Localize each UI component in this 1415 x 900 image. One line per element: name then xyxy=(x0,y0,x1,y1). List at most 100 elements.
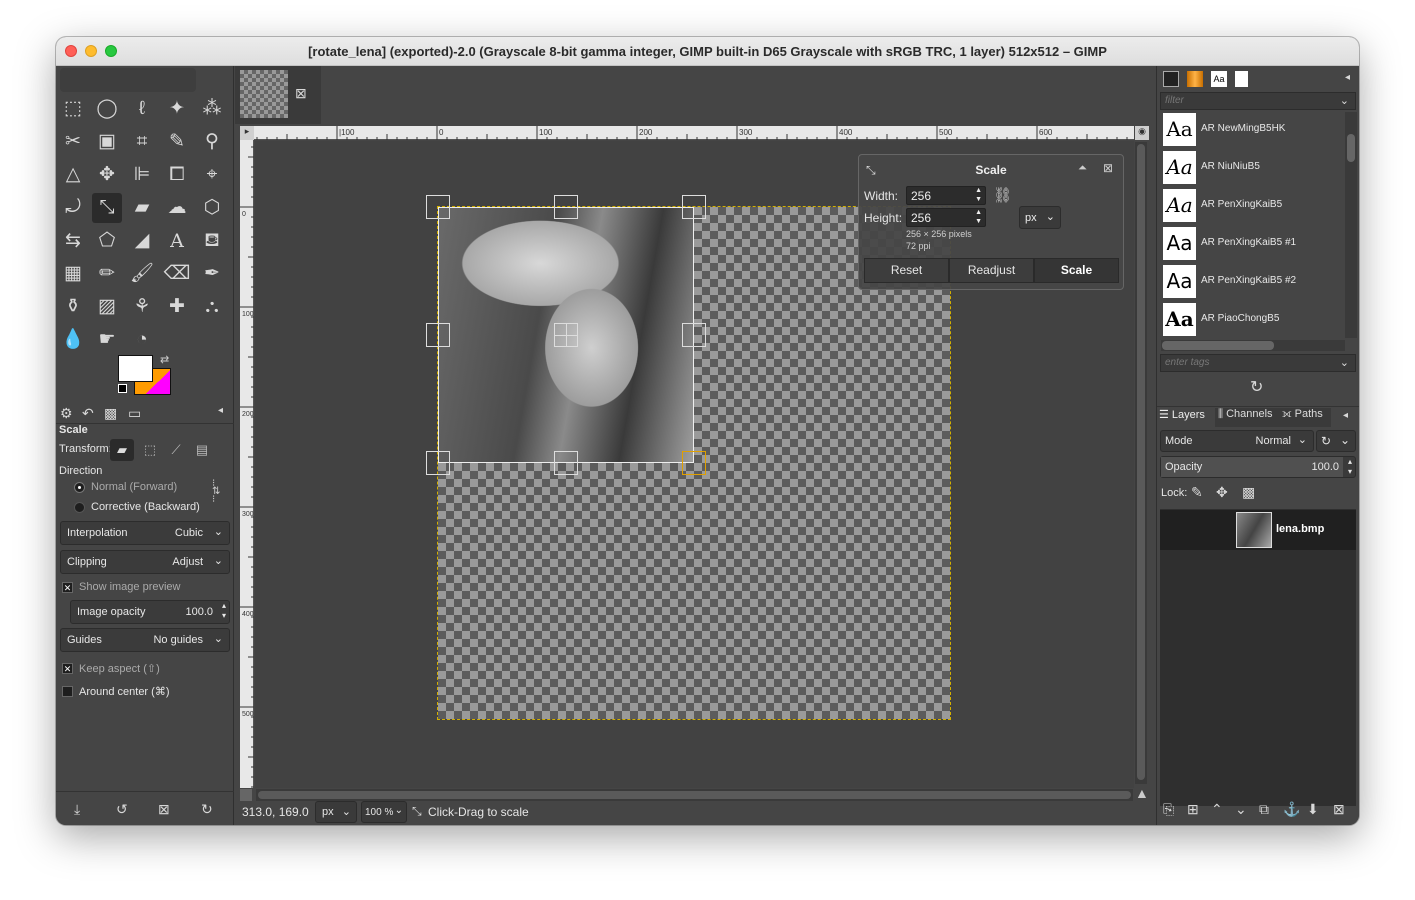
scale-button[interactable]: Scale xyxy=(1034,258,1119,283)
swap-colors-icon[interactable]: ⇄ xyxy=(160,353,169,366)
panel-menu-icon[interactable]: ◂ xyxy=(1343,410,1348,421)
quick-mask-icon[interactable]: ▸ xyxy=(240,126,254,140)
font-item[interactable]: Aa AR PiaoChongB5 xyxy=(1163,302,1343,338)
color-select-icon[interactable]: ⁂ xyxy=(197,94,227,124)
font-list-scrollbar-thumb[interactable] xyxy=(1347,134,1355,162)
close-tab-icon[interactable]: ⊠ xyxy=(295,85,307,102)
font-list-hscrollbar-thumb[interactable] xyxy=(1162,341,1274,350)
default-colors-icon[interactable] xyxy=(118,384,127,393)
warp-icon[interactable]: ☁ xyxy=(162,193,192,223)
around-center-checkbox[interactable] xyxy=(62,686,73,697)
lock-alpha-icon[interactable]: ▩ xyxy=(1242,484,1255,501)
foreground-color[interactable] xyxy=(118,355,153,382)
font-list-hscrollbar[interactable] xyxy=(1161,340,1345,351)
font-item[interactable]: Aa AR PenXingKaiB5 #1 xyxy=(1163,226,1343,262)
new-layer-group-icon[interactable]: ⊞ xyxy=(1187,801,1199,818)
reset-options-icon[interactable]: ↻ xyxy=(201,801,213,818)
font-filter-input[interactable]: filter ⌄ xyxy=(1160,92,1356,110)
direction-corrective-radio[interactable] xyxy=(74,502,85,513)
3d-transform-icon[interactable]: ⬡ xyxy=(197,193,227,223)
dialog-raise-icon[interactable]: ⏶ xyxy=(1078,162,1087,175)
height-input[interactable]: 256 ▲ ▼ xyxy=(906,208,986,227)
horizontal-scrollbar[interactable] xyxy=(256,789,1133,801)
perspective-clone-icon[interactable]: ⛬ xyxy=(197,292,227,322)
dialog-unit-select[interactable]: px ⌄ xyxy=(1019,206,1061,229)
shear-icon[interactable]: ▰ xyxy=(127,193,157,223)
smudge-icon[interactable]: ☛ xyxy=(92,325,122,355)
anchor-layer-icon[interactable]: ⚓ xyxy=(1283,801,1300,818)
cage-icon[interactable]: ⬠ xyxy=(92,226,122,256)
transform-selection-button[interactable]: ⬚ xyxy=(138,439,162,461)
font-item[interactable]: Aa AR PenXingKaiB5 xyxy=(1163,188,1343,224)
align-icon[interactable]: ⊫ xyxy=(127,160,157,190)
width-input[interactable]: 256 ▲ ▼ xyxy=(906,186,986,205)
scale-handle-top-right[interactable] xyxy=(682,195,706,219)
color-picker-icon[interactable]: ✎ xyxy=(162,127,192,157)
navigate-icon[interactable] xyxy=(240,789,252,801)
scale-handle-bottom-left[interactable] xyxy=(426,451,450,475)
fuzzy-select-icon[interactable]: ✦ xyxy=(162,94,192,124)
foreground-select-icon[interactable]: ▣ xyxy=(92,127,122,157)
unit-select[interactable]: px ⌄ xyxy=(315,801,357,823)
brushes-tab-icon[interactable] xyxy=(1163,71,1179,87)
smudge-warp-icon[interactable]: ◢ xyxy=(127,226,157,256)
mypaint-brush-icon[interactable]: ▨ xyxy=(92,292,122,322)
restore-options-icon[interactable]: ↺ xyxy=(116,801,128,818)
measure-icon[interactable]: △ xyxy=(58,160,88,190)
font-item[interactable]: Aa AR NewMingB5HK xyxy=(1163,112,1343,148)
zoom-select[interactable]: 100 % ⌄ xyxy=(361,801,407,823)
unified-transform-icon[interactable]: ⌖ xyxy=(197,160,227,190)
save-options-icon[interactable]: ⤓ xyxy=(74,801,80,818)
new-layer-icon[interactable]: ⎘ xyxy=(1163,801,1174,818)
scale-tool-icon[interactable]: ⤡ xyxy=(92,193,122,223)
navigation-arrow-icon[interactable]: ▲ xyxy=(1135,785,1149,801)
pencil-icon[interactable]: ✏ xyxy=(92,259,122,289)
layer-mode-select[interactable]: Mode Normal ⌄ xyxy=(1160,430,1314,452)
airbrush-icon[interactable]: ✒ xyxy=(197,259,227,289)
text-tool-icon[interactable]: A xyxy=(162,226,192,256)
eraser-icon[interactable]: ⌫ xyxy=(162,259,192,289)
raise-layer-icon[interactable]: ⌃ xyxy=(1211,801,1223,818)
font-item[interactable]: Aa AR PenXingKaiB5 #2 xyxy=(1163,264,1343,300)
refresh-fonts-icon[interactable]: ↻ xyxy=(1250,377,1263,397)
guides-select[interactable]: Guides No guides ⌄ xyxy=(60,628,230,652)
tab-layers[interactable]: ☰ Layers xyxy=(1159,408,1213,427)
scale-handle-center[interactable] xyxy=(554,323,578,347)
scale-handle-bottom[interactable] xyxy=(554,451,578,475)
rect-select-icon[interactable]: ⬚ xyxy=(58,94,88,124)
lock-position-icon[interactable]: ✥ xyxy=(1216,484,1228,501)
device-status-tab-icon[interactable]: ▭ xyxy=(128,405,141,422)
ink-icon[interactable]: ⚱ xyxy=(58,292,88,322)
vertical-scrollbar[interactable] xyxy=(1135,142,1147,784)
layer-opacity-slider[interactable]: Opacity 100.0 ▴ ▾ xyxy=(1160,456,1356,478)
images-tab-icon[interactable]: ▩ xyxy=(104,405,117,422)
heal-icon[interactable]: ✚ xyxy=(162,292,192,322)
tool-options-tab-icon[interactable]: ⚙ xyxy=(60,405,73,422)
blur-icon[interactable]: 💧 xyxy=(58,325,88,355)
layer-row[interactable]: lena.bmp xyxy=(1160,510,1356,550)
direction-normal-radio[interactable] xyxy=(74,482,85,493)
dialog-close-icon[interactable]: ⊠ xyxy=(1103,161,1113,175)
panel-menu-icon[interactable]: ◂ xyxy=(218,405,223,416)
image-tab[interactable]: ⊠ xyxy=(235,66,321,124)
zoom-follow-icon[interactable]: ◉ xyxy=(1135,126,1149,140)
scissors-icon[interactable]: ✂ xyxy=(58,127,88,157)
keep-aspect-checkbox[interactable]: ✕ xyxy=(62,663,73,674)
delete-options-icon[interactable]: ⊠ xyxy=(158,801,170,818)
composite-mode-select[interactable]: ↻ ⌄ xyxy=(1316,430,1356,452)
merge-layer-icon[interactable]: ⬇ xyxy=(1307,801,1319,818)
font-list-scrollbar[interactable] xyxy=(1345,112,1357,338)
transform-path-button[interactable]: ⟋ xyxy=(164,439,188,461)
scale-handle-top[interactable] xyxy=(554,195,578,219)
bucket-fill-icon[interactable]: ⛾ xyxy=(197,226,227,256)
undo-history-tab-icon[interactable]: ↶ xyxy=(82,405,94,422)
scale-handle-bottom-right-active[interactable] xyxy=(682,451,706,475)
vertical-scrollbar-thumb[interactable] xyxy=(1137,144,1145,780)
scale-handle-top-left[interactable] xyxy=(426,195,450,219)
lock-pixels-icon[interactable]: ✎ xyxy=(1191,484,1203,501)
zoom-icon[interactable]: ⚲ xyxy=(197,127,227,157)
image-opacity-slider[interactable]: Image opacity 100.0 ▴ ▾ xyxy=(70,600,230,624)
documents-tab-icon[interactable] xyxy=(1235,71,1248,87)
panel-menu-icon[interactable]: ◂ xyxy=(1345,72,1350,83)
tab-paths[interactable]: ⟗ Paths xyxy=(1279,408,1331,427)
